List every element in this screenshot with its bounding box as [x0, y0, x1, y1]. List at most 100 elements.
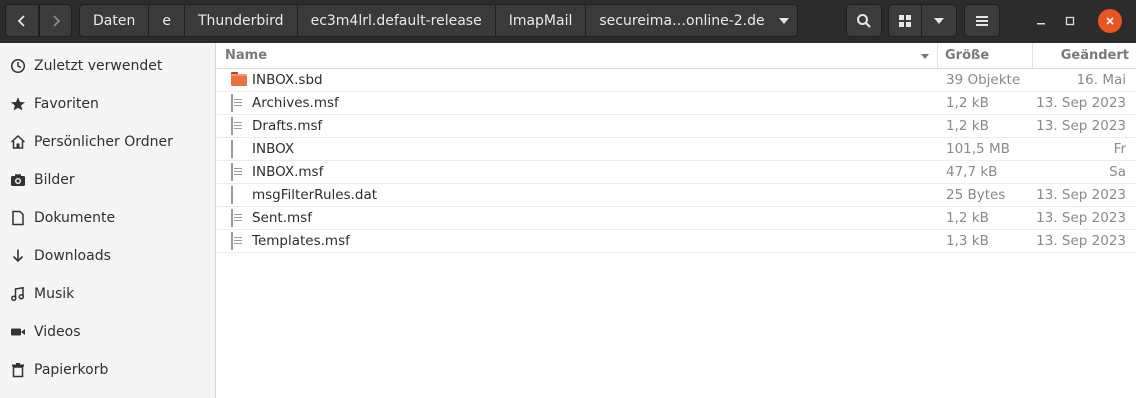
- file-name: Templates.msf: [252, 233, 350, 249]
- column-header-size[interactable]: Größe: [938, 43, 1033, 69]
- sidebar-item-recent[interactable]: Zuletzt verwendet: [0, 47, 215, 85]
- file-rows: INBOX.sbd 39 Objekte 16. Mai Archives.ms…: [217, 69, 1136, 253]
- table-row[interactable]: INBOX.sbd 39 Objekte 16. Mai: [217, 69, 1136, 92]
- table-row[interactable]: INBOX.msf 47,7 kB Sa: [217, 161, 1136, 184]
- search-button[interactable]: [846, 4, 882, 37]
- document-icon: [9, 209, 27, 227]
- breadcrumb: Daten e Thunderbird ec3m4lrl.default-rel…: [79, 4, 798, 37]
- search-icon: [857, 13, 871, 28]
- grid-icon: [899, 14, 911, 27]
- star-icon: [9, 95, 27, 113]
- clock-icon: [9, 57, 27, 75]
- file-modified: 13. Sep 2023: [1036, 95, 1126, 111]
- sidebar-item-label: Zuletzt verwendet: [34, 58, 163, 74]
- forward-button[interactable]: [39, 4, 72, 37]
- file-modified: Sa: [1109, 164, 1126, 180]
- file-size: 1,2 kB: [946, 95, 989, 111]
- chevron-down-icon: [934, 17, 944, 24]
- file-modified: 13. Sep 2023: [1036, 187, 1126, 203]
- chevron-down-icon: [778, 17, 789, 24]
- text-file-icon: [231, 232, 247, 250]
- sidebar-item-trash[interactable]: Papierkorb: [0, 351, 215, 389]
- home-icon: [9, 133, 27, 151]
- camera-icon: [9, 171, 27, 189]
- breadcrumb-item[interactable]: e: [148, 4, 185, 37]
- back-button[interactable]: [5, 4, 39, 37]
- file-modified: Fr: [1113, 141, 1126, 157]
- sidebar-item-pictures[interactable]: Bilder: [0, 161, 215, 199]
- music-icon: [9, 285, 27, 303]
- sidebar-item-label: Papierkorb: [34, 362, 109, 378]
- blank-file-icon: [231, 140, 247, 158]
- close-button[interactable]: [1098, 9, 1122, 33]
- file-name: Sent.msf: [252, 210, 312, 226]
- file-modified: 13. Sep 2023: [1036, 233, 1126, 249]
- file-name: msgFilterRules.dat: [252, 187, 378, 203]
- text-file-icon: [231, 163, 247, 181]
- video-icon: [9, 323, 27, 341]
- file-modified: 13. Sep 2023: [1036, 118, 1126, 134]
- table-row[interactable]: INBOX 101,5 MB Fr: [217, 138, 1136, 161]
- header-bar: Daten e Thunderbird ec3m4lrl.default-rel…: [0, 0, 1136, 43]
- menu-button[interactable]: [964, 4, 1000, 37]
- file-modified: 16. Mai: [1076, 72, 1126, 88]
- breadcrumb-current[interactable]: secureima…online-2.de: [585, 4, 798, 37]
- column-header-modified[interactable]: Geändert: [1033, 43, 1136, 69]
- sidebar: Zuletzt verwendet Favoriten Persönlicher…: [0, 43, 216, 398]
- chevron-right-icon: [52, 14, 60, 27]
- file-name: INBOX: [252, 141, 295, 157]
- chevron-left-icon: [17, 14, 25, 27]
- sidebar-item-home[interactable]: Persönlicher Ordner: [0, 123, 215, 161]
- file-list-view: Name Größe Geändert INBOX.sbd 39 Objekte…: [217, 43, 1136, 398]
- file-name: Drafts.msf: [252, 118, 323, 134]
- table-row[interactable]: msgFilterRules.dat 25 Bytes 13. Sep 2023: [217, 184, 1136, 207]
- sidebar-item-downloads[interactable]: Downloads: [0, 237, 215, 275]
- file-size: 1,2 kB: [946, 210, 989, 226]
- table-row[interactable]: Sent.msf 1,2 kB 13. Sep 2023: [217, 207, 1136, 230]
- file-size: 47,7 kB: [946, 164, 998, 180]
- breadcrumb-item[interactable]: Thunderbird: [183, 4, 298, 37]
- breadcrumb-item[interactable]: Daten: [79, 4, 150, 37]
- text-file-icon: [231, 94, 247, 112]
- file-size: 101,5 MB: [946, 141, 1010, 157]
- file-size: 39 Objekte: [946, 72, 1021, 88]
- sidebar-item-documents[interactable]: Dokumente: [0, 199, 215, 237]
- column-header-label: Name: [225, 48, 268, 63]
- file-name: INBOX.sbd: [252, 72, 323, 88]
- file-name: Archives.msf: [252, 95, 339, 111]
- hamburger-icon: [976, 15, 988, 26]
- view-toggle-button[interactable]: [888, 4, 922, 37]
- file-modified: 13. Sep 2023: [1036, 210, 1126, 226]
- column-header-label: Geändert: [1060, 48, 1129, 63]
- table-row[interactable]: Drafts.msf 1,2 kB 13. Sep 2023: [217, 115, 1136, 138]
- sidebar-item-videos[interactable]: Videos: [0, 313, 215, 351]
- sidebar-item-label: Favoriten: [34, 96, 99, 112]
- sidebar-item-label: Downloads: [34, 248, 111, 264]
- text-file-icon: [231, 117, 247, 135]
- breadcrumb-item[interactable]: ec3m4lrl.default-release: [296, 4, 496, 37]
- minimize-button[interactable]: [1029, 9, 1053, 33]
- sidebar-item-label: Musik: [34, 286, 75, 302]
- breadcrumb-item[interactable]: ImapMail: [494, 4, 587, 37]
- view-options-button[interactable]: [921, 4, 957, 37]
- table-row[interactable]: Templates.msf 1,3 kB 13. Sep 2023: [217, 230, 1136, 253]
- sidebar-item-label: Dokumente: [34, 210, 116, 226]
- maximize-icon: [1065, 16, 1075, 26]
- sidebar-item-label: Persönlicher Ordner: [34, 134, 173, 150]
- text-file-icon: [231, 209, 247, 227]
- sidebar-item-music[interactable]: Musik: [0, 275, 215, 313]
- file-size: 1,3 kB: [946, 233, 989, 249]
- file-size: 1,2 kB: [946, 118, 989, 134]
- file-size: 25 Bytes: [946, 187, 1006, 203]
- sidebar-item-favorites[interactable]: Favoriten: [0, 85, 215, 123]
- table-row[interactable]: Archives.msf 1,2 kB 13. Sep 2023: [217, 92, 1136, 115]
- sidebar-item-label: Bilder: [34, 172, 75, 188]
- maximize-button[interactable]: [1058, 9, 1082, 33]
- blank-file-icon: [231, 186, 247, 204]
- download-icon: [9, 247, 27, 265]
- column-header-label: Größe: [945, 48, 990, 63]
- column-header-name[interactable]: Name: [217, 43, 938, 69]
- minimize-icon: [1037, 23, 1045, 25]
- file-name: INBOX.msf: [252, 164, 324, 180]
- sidebar-item-label: Videos: [34, 324, 81, 340]
